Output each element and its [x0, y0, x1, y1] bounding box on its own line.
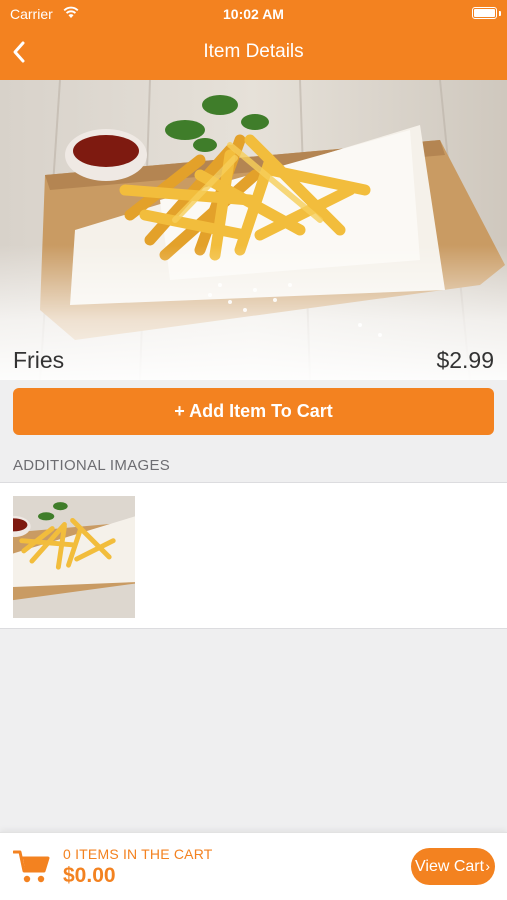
view-cart-button[interactable]: View Cart › — [411, 848, 495, 885]
cart-item-count: 0 ITEMS IN THE CART — [63, 846, 213, 862]
item-price: $2.99 — [436, 347, 494, 373]
battery-icon — [472, 7, 497, 19]
add-to-cart-button[interactable]: + Add Item To Cart — [13, 388, 494, 435]
clock: 10:02 AM — [223, 6, 284, 22]
additional-image-thumbnail[interactable] — [13, 496, 135, 618]
item-hero-image — [0, 80, 507, 380]
additional-images-heading: ADDITIONAL IMAGES — [13, 457, 171, 474]
cart-bar: 0 ITEMS IN THE CART $0.00 View Cart › — [0, 832, 507, 900]
hero-fade-overlay — [0, 80, 507, 380]
cart-icon[interactable] — [12, 849, 51, 885]
fries-thumbnail-photo — [13, 496, 135, 618]
page-title: Item Details — [203, 41, 304, 62]
cart-total: $0.00 — [63, 864, 116, 887]
item-name: Fries — [13, 347, 65, 373]
status-bar: Carrier 10:02 AM — [0, 0, 507, 28]
battery-tip — [499, 11, 501, 16]
additional-images-panel — [0, 482, 507, 629]
nav-header: Carrier 10:02 AM Item Details — [0, 0, 507, 80]
view-cart-label: View Cart — [415, 858, 485, 875]
chevron-right-icon: › — [485, 858, 490, 874]
